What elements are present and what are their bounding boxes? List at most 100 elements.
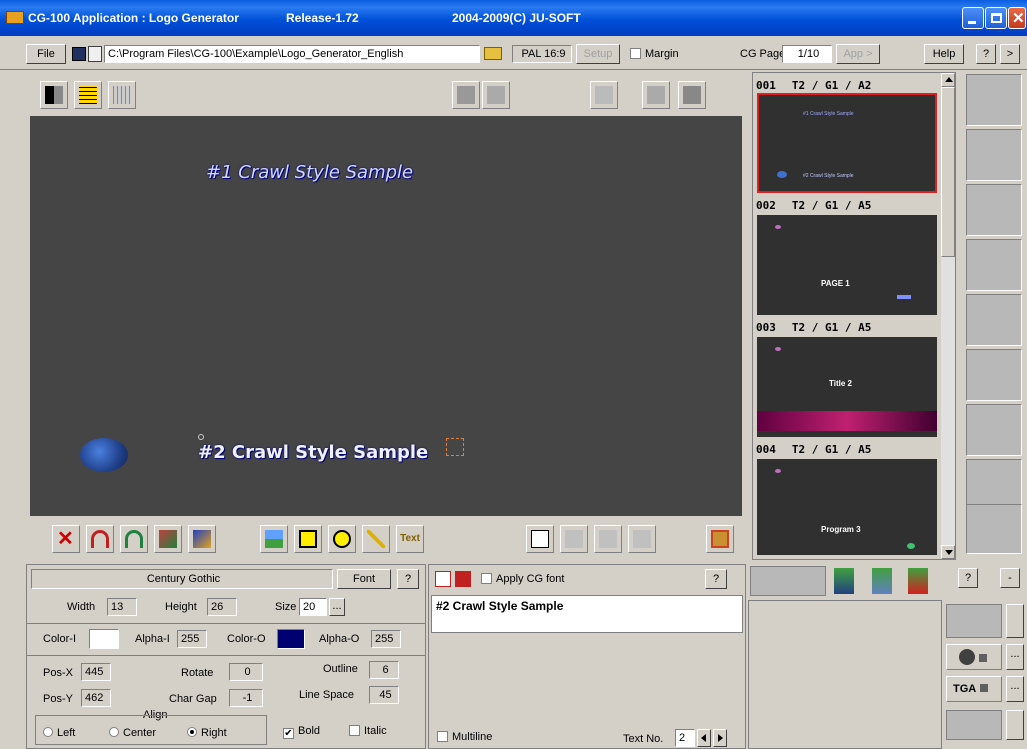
cg-page-field[interactable]: 1/10 bbox=[782, 45, 832, 63]
output-help-button[interactable]: ? bbox=[958, 568, 978, 588]
scroll-thumb[interactable] bbox=[941, 87, 955, 257]
scroll-down-button[interactable] bbox=[941, 545, 955, 559]
app-button[interactable]: App > bbox=[836, 44, 880, 64]
on-air-button[interactable] bbox=[678, 81, 706, 109]
color-i-swatch[interactable] bbox=[89, 629, 119, 649]
save-icon[interactable] bbox=[72, 47, 86, 61]
delete-button[interactable]: ✕ bbox=[52, 525, 80, 553]
output-slot-1[interactable] bbox=[946, 604, 1002, 638]
size-field[interactable]: 20 bbox=[299, 598, 327, 616]
slot-1[interactable] bbox=[966, 74, 1022, 126]
open-project-icon[interactable] bbox=[88, 46, 102, 62]
font-help-button[interactable]: ? bbox=[397, 569, 419, 589]
italic-checkbox[interactable]: Italic bbox=[349, 725, 387, 737]
text-help-button[interactable]: ? bbox=[705, 569, 727, 589]
setup-button[interactable]: Setup bbox=[576, 44, 620, 64]
alpha-o-field[interactable]: 255 bbox=[371, 630, 401, 648]
timer-options-button[interactable]: ... bbox=[1006, 644, 1024, 670]
text-next-button[interactable] bbox=[713, 729, 727, 747]
page-list-scrollbar[interactable] bbox=[941, 73, 955, 559]
slot-3[interactable] bbox=[966, 184, 1022, 236]
page-header-3[interactable]: 003 T2 / G1 / A5 bbox=[753, 319, 937, 337]
canvas[interactable]: #1 Crawl Style Sample #2 Crawl Style Sam… bbox=[30, 116, 742, 516]
layer-button[interactable] bbox=[188, 525, 216, 553]
crop-button[interactable] bbox=[706, 525, 734, 553]
line-space-field[interactable]: 45 bbox=[369, 686, 399, 704]
margin-checkbox[interactable]: Margin bbox=[630, 48, 679, 60]
char-gap-field[interactable]: -1 bbox=[229, 689, 263, 707]
pos-y-field[interactable]: 462 bbox=[81, 689, 111, 707]
timer-button[interactable] bbox=[946, 644, 1002, 670]
output-slot-2[interactable] bbox=[946, 710, 1002, 740]
slot-9[interactable] bbox=[966, 504, 1022, 554]
page-thumb-2[interactable]: PAGE 1 bbox=[757, 215, 937, 315]
deep-button[interactable] bbox=[526, 525, 554, 553]
file-button[interactable]: File bbox=[26, 44, 66, 64]
font-button[interactable]: Font bbox=[337, 569, 391, 589]
slot-6[interactable] bbox=[966, 349, 1022, 401]
pos-x-field[interactable]: 445 bbox=[81, 663, 111, 681]
output-preview[interactable] bbox=[750, 566, 826, 596]
slot-5[interactable] bbox=[966, 294, 1022, 346]
project-path-field[interactable]: C:\Program Files\CG-100\Example\Logo_Gen… bbox=[104, 45, 480, 63]
arc-alt-button[interactable] bbox=[120, 525, 148, 553]
scroll-up-button[interactable] bbox=[941, 73, 955, 87]
safe-area-button[interactable] bbox=[108, 81, 136, 109]
align-center-radio[interactable]: Center bbox=[109, 727, 156, 739]
minimize-button[interactable] bbox=[962, 7, 984, 29]
text-prev-button[interactable] bbox=[697, 729, 711, 747]
move-button[interactable] bbox=[560, 525, 588, 553]
preview-button[interactable] bbox=[642, 81, 670, 109]
page-thumb-3[interactable]: Title 2 bbox=[757, 337, 937, 437]
page-header-4[interactable]: 004 T2 / G1 / A5 bbox=[753, 441, 937, 459]
clipboard-button[interactable] bbox=[590, 81, 618, 109]
canvas-text-1[interactable]: #1 Crawl Style Sample bbox=[206, 162, 413, 183]
output-minus-button[interactable]: - bbox=[1000, 568, 1020, 588]
layout-right-button[interactable] bbox=[482, 81, 510, 109]
background-button[interactable] bbox=[40, 81, 68, 109]
rectangle-button[interactable] bbox=[294, 525, 322, 553]
remove-icon[interactable] bbox=[908, 568, 928, 594]
line-button[interactable] bbox=[362, 525, 390, 553]
layout-left-button[interactable] bbox=[452, 81, 480, 109]
size-button[interactable] bbox=[628, 525, 656, 553]
send-icon[interactable] bbox=[834, 568, 854, 594]
grid-button[interactable] bbox=[74, 81, 102, 109]
question-button[interactable]: ? bbox=[976, 44, 996, 64]
text-style-icon[interactable] bbox=[455, 571, 471, 587]
margin-checkbox-box[interactable] bbox=[630, 48, 641, 59]
height-field[interactable]: 26 bbox=[207, 598, 237, 616]
page-thumb-1[interactable]: #1 Crawl Style Sample #2 Crawl Style Sam… bbox=[757, 93, 937, 193]
apply-cg-font-checkbox[interactable]: Apply CG font bbox=[481, 573, 564, 585]
maximize-button[interactable] bbox=[985, 7, 1007, 29]
output-list[interactable] bbox=[748, 600, 942, 749]
send-all-icon[interactable] bbox=[872, 568, 892, 594]
help-button[interactable]: Help bbox=[924, 44, 964, 64]
multiline-checkbox[interactable]: Multiline bbox=[437, 731, 492, 743]
slot-4[interactable] bbox=[966, 239, 1022, 291]
folder-icon[interactable] bbox=[484, 47, 502, 60]
page-header-2[interactable]: 002 T2 / G1 / A5 bbox=[753, 197, 937, 215]
edit-object-button[interactable] bbox=[154, 525, 182, 553]
text-no-field[interactable]: 2 bbox=[675, 729, 695, 747]
text-content-input[interactable]: #2 Crawl Style Sample bbox=[431, 595, 743, 633]
ellipse-button[interactable] bbox=[328, 525, 356, 553]
text-tool-button[interactable]: Text bbox=[396, 525, 424, 553]
slot-2[interactable] bbox=[966, 129, 1022, 181]
resize-handle-icon[interactable] bbox=[446, 438, 464, 456]
output-slot-1-button[interactable] bbox=[1006, 604, 1024, 638]
page-thumb-4[interactable]: Program 3 bbox=[757, 459, 937, 555]
align-right-radio[interactable]: Right bbox=[187, 727, 227, 739]
outline-field[interactable]: 6 bbox=[369, 661, 399, 679]
color-o-swatch[interactable] bbox=[277, 629, 305, 649]
tga-button[interactable]: TGA bbox=[946, 676, 1002, 702]
width-field[interactable]: 13 bbox=[107, 598, 137, 616]
text-import-icon[interactable] bbox=[435, 571, 451, 587]
alpha-i-field[interactable]: 255 bbox=[177, 630, 207, 648]
tga-options-button[interactable]: ... bbox=[1006, 676, 1024, 702]
bold-checkbox[interactable]: ✔ Bold bbox=[283, 725, 320, 739]
canvas-text-2[interactable]: #2 Crawl Style Sample bbox=[198, 442, 428, 463]
align-left-radio[interactable]: Left bbox=[43, 727, 75, 739]
rotate-field[interactable]: 0 bbox=[229, 663, 263, 681]
output-slot-2-button[interactable] bbox=[1006, 710, 1024, 740]
